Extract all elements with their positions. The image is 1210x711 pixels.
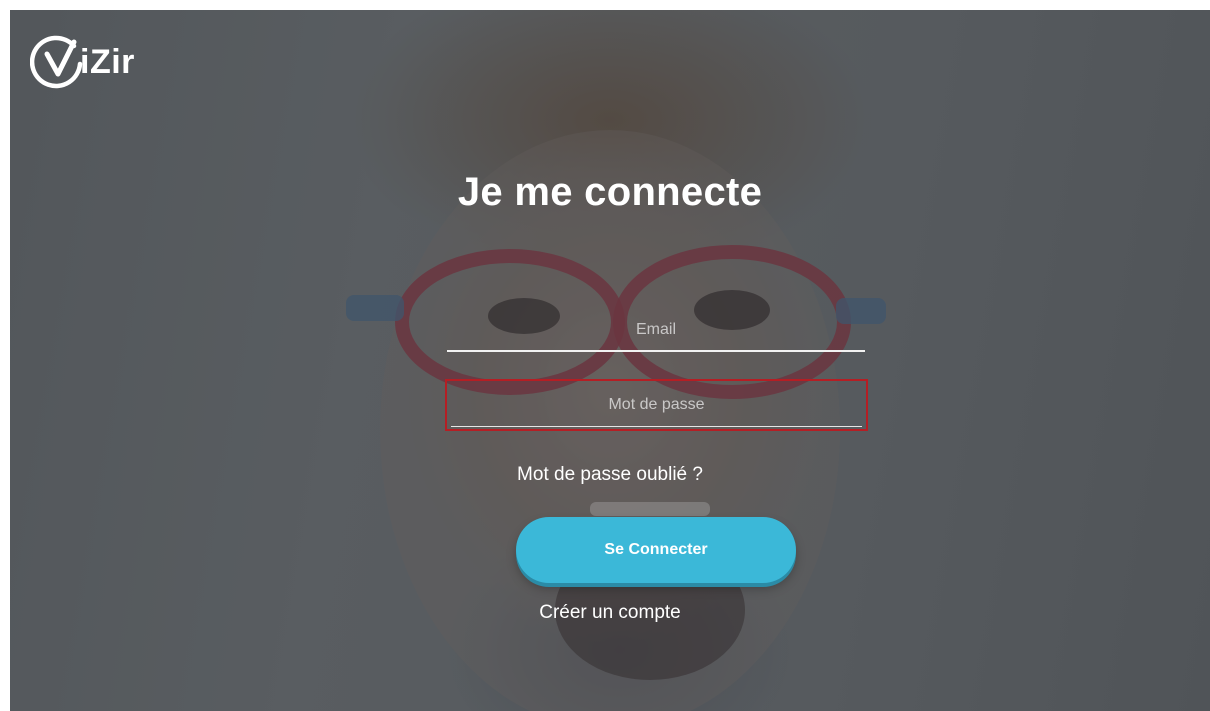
password-field-wrapper — [445, 379, 868, 431]
page-title: Je me connecte — [457, 170, 763, 214]
email-field-wrapper — [447, 310, 865, 352]
login-screen: iZir Je me connecte Mot de passe oublié … — [10, 10, 1210, 711]
brand-name: iZir — [80, 42, 135, 81]
forgot-password-link[interactable]: Mot de passe oublié ? — [10, 464, 1210, 486]
connect-button[interactable]: Se Connecter — [516, 517, 796, 583]
vizir-logo[interactable]: iZir — [30, 34, 135, 90]
password-field[interactable] — [447, 381, 866, 429]
password-underline — [451, 426, 862, 427]
create-account-link[interactable]: Créer un compte — [10, 602, 1210, 624]
email-field[interactable] — [447, 310, 865, 350]
vizir-logo-icon — [30, 35, 83, 89]
